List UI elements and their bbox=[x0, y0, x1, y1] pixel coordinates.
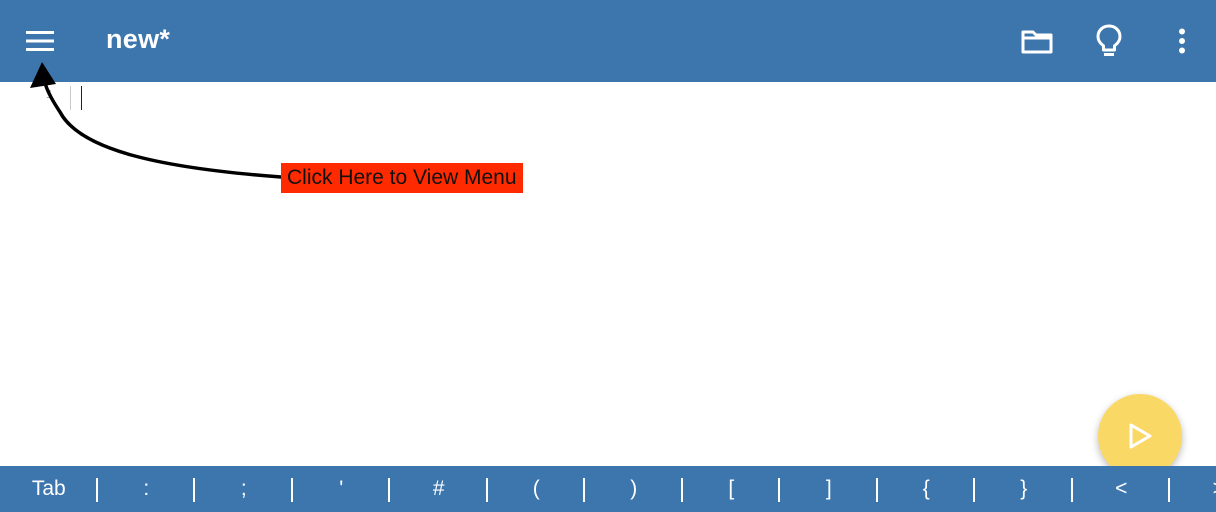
symbol-key[interactable]: ) bbox=[585, 466, 683, 512]
symbol-keys: Tab:;'#()[]{}<> bbox=[0, 466, 1216, 512]
line-number: 1 bbox=[46, 88, 54, 102]
more-vert-icon bbox=[1179, 28, 1185, 54]
symbol-key[interactable]: } bbox=[975, 466, 1073, 512]
symbol-key[interactable]: Tab bbox=[0, 466, 98, 512]
text-cursor bbox=[81, 86, 82, 110]
folder-icon bbox=[1021, 30, 1053, 54]
open-folder-button[interactable] bbox=[1009, 0, 1065, 82]
code-editor[interactable]: 1 bbox=[0, 82, 1216, 466]
hamburger-menu-button[interactable] bbox=[12, 0, 68, 82]
play-icon bbox=[1129, 423, 1152, 449]
app-bar: new* bbox=[0, 0, 1216, 82]
symbol-key[interactable]: [ bbox=[683, 466, 781, 512]
symbol-key[interactable]: ( bbox=[488, 466, 586, 512]
symbol-key[interactable]: > bbox=[1170, 466, 1216, 512]
symbol-key[interactable]: ] bbox=[780, 466, 878, 512]
gutter-divider bbox=[70, 86, 71, 110]
symbol-key[interactable]: ; bbox=[195, 466, 293, 512]
annotation-callout: Click Here to View Menu bbox=[281, 163, 523, 193]
hamburger-menu-icon bbox=[26, 31, 54, 51]
symbol-key[interactable]: # bbox=[390, 466, 488, 512]
symbol-key[interactable]: < bbox=[1073, 466, 1171, 512]
symbol-key-bar: Tab:;'#()[]{}<> bbox=[0, 466, 1216, 512]
symbol-key[interactable]: : bbox=[98, 466, 196, 512]
lightbulb-icon bbox=[1096, 24, 1122, 56]
tips-button[interactable] bbox=[1081, 0, 1137, 82]
document-title: new* bbox=[106, 24, 171, 54]
symbol-key[interactable]: ' bbox=[293, 466, 391, 512]
more-options-button[interactable] bbox=[1154, 0, 1210, 82]
symbol-key[interactable]: { bbox=[878, 466, 976, 512]
